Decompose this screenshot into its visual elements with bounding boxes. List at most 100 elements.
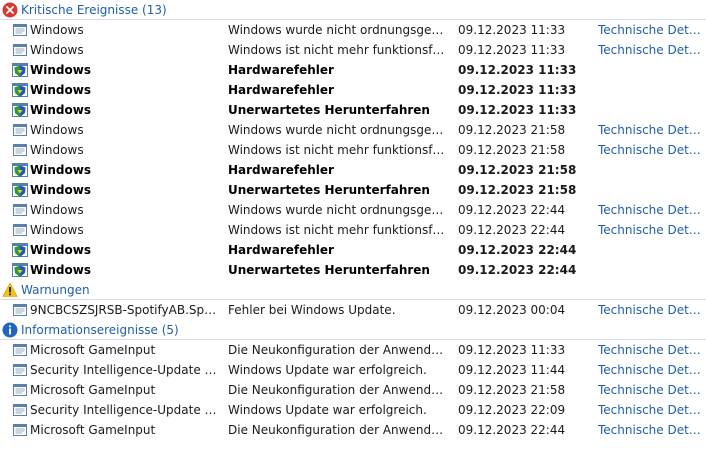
event-source: Windows — [30, 23, 84, 37]
technical-details-link[interactable]: Technische Detail... — [598, 220, 702, 240]
event-summary: Die Neukonfiguration der Anwendung ... — [228, 343, 450, 357]
event-source: Microsoft GameInput — [30, 383, 156, 397]
event-row[interactable]: Microsoft GameInput Die Neukonfiguration … — [0, 380, 706, 400]
event-row[interactable]: Microsoft GameInput Die Neukonfiguration … — [0, 420, 706, 440]
window-icon — [12, 302, 28, 318]
event-date: 09.12.2023 22:44 — [458, 263, 577, 277]
technical-details-link[interactable]: Technische Detail... — [598, 140, 702, 160]
event-summary: Hardwarefehler — [228, 63, 334, 77]
event-summary: Windows wurde nicht ordnungsgemäß ... — [228, 203, 450, 217]
security-shield-icon — [12, 262, 28, 278]
event-date: 09.12.2023 22:09 — [458, 403, 566, 417]
event-source: Windows — [30, 83, 91, 97]
event-date: 09.12.2023 11:33 — [458, 343, 566, 357]
event-summary: Unerwartetes Herunterfahren — [228, 103, 430, 117]
event-date: 09.12.2023 11:33 — [458, 83, 577, 97]
technical-details-link[interactable]: Technische Detail... — [598, 200, 702, 220]
event-row[interactable]: Windows Unerwartetes Herunterfahren 09.12.… — [0, 260, 706, 280]
window-icon — [12, 222, 28, 238]
technical-details-link[interactable]: Technische Detail... — [598, 360, 702, 380]
event-summary: Hardwarefehler — [228, 83, 334, 97]
event-row[interactable]: Windows Hardwarefehler 09.12.2023 11:33 — [0, 80, 706, 100]
event-row[interactable]: Windows Windows wurde nicht ordnungsgemäß… — [0, 200, 706, 220]
group-title: Warnungen — [21, 283, 90, 297]
event-row[interactable]: Microsoft GameInput Die Neukonfiguration … — [0, 340, 706, 360]
event-source: Windows — [30, 43, 84, 57]
event-date: 09.12.2023 11:33 — [458, 43, 566, 57]
window-icon — [12, 22, 28, 38]
event-row[interactable]: Windows Unerwartetes Herunterfahren 09.12.… — [0, 100, 706, 120]
event-summary: Die Neukonfiguration der Anwendung ... — [228, 383, 450, 397]
technical-details-link[interactable]: Technische Detail... — [598, 400, 702, 420]
event-source: Security Intelligence-Update für M... — [30, 363, 220, 377]
event-summary: Windows Update war erfolgreich. — [228, 363, 427, 377]
technical-details-link[interactable]: Technische Detail... — [598, 420, 702, 440]
technical-details-link[interactable]: Technische Detail... — [598, 40, 702, 60]
event-source: Windows — [30, 163, 91, 177]
event-row[interactable]: Windows Unerwartetes Herunterfahren 09.12.… — [0, 180, 706, 200]
window-icon — [12, 142, 28, 158]
window-icon — [12, 382, 28, 398]
event-source: Windows — [30, 223, 84, 237]
event-source: Windows — [30, 103, 91, 117]
technical-details-link[interactable]: Technische Detail... — [598, 300, 702, 320]
event-date: 09.12.2023 22:44 — [458, 203, 566, 217]
group-warnings[interactable]: Warnungen — [0, 280, 706, 300]
technical-details-link[interactable]: Technische Detail... — [598, 20, 702, 40]
technical-details-link[interactable]: Technische Detail... — [598, 120, 702, 140]
event-row[interactable]: Windows Windows wurde nicht ordnungsgemäß… — [0, 120, 706, 140]
event-date: 09.12.2023 21:58 — [458, 123, 566, 137]
event-source: Windows — [30, 183, 91, 197]
event-row[interactable]: Windows Hardwarefehler 09.12.2023 22:44 — [0, 240, 706, 260]
security-shield-icon — [12, 62, 28, 78]
event-row[interactable]: Windows Windows ist nicht mehr funktionsf… — [0, 220, 706, 240]
event-source: Microsoft GameInput — [30, 423, 156, 437]
window-icon — [12, 362, 28, 378]
warning-icon — [2, 282, 18, 298]
event-source: Windows — [30, 263, 91, 277]
event-row[interactable]: Windows Windows wurde nicht ordnungsgemäß… — [0, 20, 706, 40]
event-summary: Unerwartetes Herunterfahren — [228, 263, 430, 277]
group-critical-events[interactable]: Kritische Ereignisse (13) — [0, 0, 706, 20]
event-date: 09.12.2023 22:44 — [458, 423, 566, 437]
event-row[interactable]: 9NCBCSZSJRSB-SpotifyAB.Spotify... Fehler … — [0, 300, 706, 320]
event-summary: Hardwarefehler — [228, 243, 334, 257]
info-icon — [2, 322, 18, 338]
window-icon — [12, 42, 28, 58]
event-source: Windows — [30, 123, 84, 137]
group-title: Kritische Ereignisse (13) — [21, 3, 167, 17]
security-shield-icon — [12, 242, 28, 258]
window-icon — [12, 402, 28, 418]
security-shield-icon — [12, 162, 28, 178]
security-shield-icon — [12, 82, 28, 98]
event-summary: Unerwartetes Herunterfahren — [228, 183, 430, 197]
event-summary: Fehler bei Windows Update. — [228, 303, 396, 317]
event-row[interactable]: Security Intelligence-Update für M... Win… — [0, 400, 706, 420]
event-row[interactable]: Windows Hardwarefehler 09.12.2023 11:33 — [0, 60, 706, 80]
event-source: Windows — [30, 143, 84, 157]
event-row[interactable]: Windows Windows ist nicht mehr funktionsf… — [0, 40, 706, 60]
window-icon — [12, 122, 28, 138]
event-summary: Hardwarefehler — [228, 163, 334, 177]
event-date: 09.12.2023 21:58 — [458, 383, 566, 397]
event-date: 09.12.2023 00:04 — [458, 303, 566, 317]
window-icon — [12, 202, 28, 218]
group-information-events[interactable]: Informationsereignisse (5) — [0, 320, 706, 340]
security-shield-icon — [12, 102, 28, 118]
event-row[interactable]: Security Intelligence-Update für M... Win… — [0, 360, 706, 380]
technical-details-link[interactable]: Technische Detail... — [598, 380, 702, 400]
error-icon — [2, 2, 18, 18]
event-date: 09.12.2023 21:58 — [458, 143, 566, 157]
window-icon — [12, 342, 28, 358]
event-row[interactable]: Windows Hardwarefehler 09.12.2023 21:58 — [0, 160, 706, 180]
event-summary: Windows ist nicht mehr funktionsfähig. — [228, 43, 450, 57]
technical-details-link[interactable]: Technische Detail... — [598, 340, 702, 360]
event-source: Windows — [30, 63, 91, 77]
event-source: Security Intelligence-Update für M... — [30, 403, 220, 417]
event-date: 09.12.2023 22:44 — [458, 223, 566, 237]
event-row[interactable]: Windows Windows ist nicht mehr funktionsf… — [0, 140, 706, 160]
event-source: Windows — [30, 203, 84, 217]
event-date: 09.12.2023 11:33 — [458, 103, 577, 117]
event-date: 09.12.2023 11:33 — [458, 23, 566, 37]
event-summary: Windows ist nicht mehr funktionsfähig. — [228, 223, 450, 237]
